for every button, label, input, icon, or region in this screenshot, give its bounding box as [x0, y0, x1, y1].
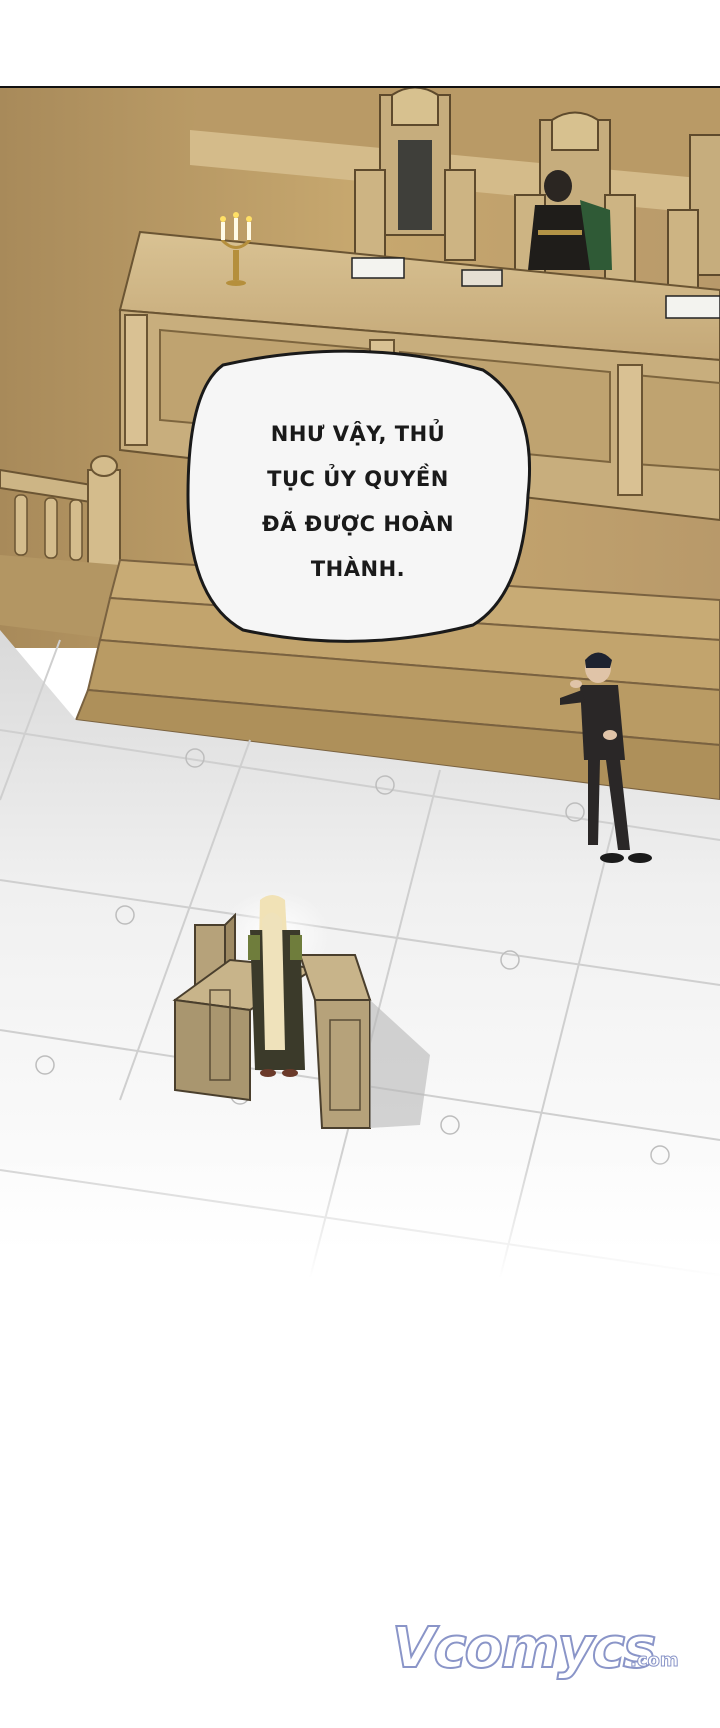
comic-panel — [0, 88, 720, 1278]
comic-page: NHƯ VẬY, THỦ TỤC ỦY QUYỀN ĐÃ ĐƯỢC HOÀN T… — [0, 0, 720, 1728]
courtroom-scene — [0, 88, 720, 1278]
watermark-brand: Vcomycs — [391, 1615, 657, 1682]
watermark-suffix: .com — [630, 1650, 680, 1672]
watermark-logo: Vcomycs .com — [391, 1598, 692, 1708]
speech-line: THÀNH. — [310, 557, 406, 581]
speech-line: NHƯ VẬY, THỦ — [270, 422, 446, 446]
speech-line: ĐÃ ĐƯỢC HOÀN — [261, 512, 455, 536]
speech-text: NHƯ VẬY, THỦ TỤC ỦY QUYỀN ĐÃ ĐƯỢC HOÀN T… — [183, 412, 533, 592]
speech-line: TỤC ỦY QUYỀN — [267, 467, 449, 491]
bottom-fade — [0, 1150, 720, 1278]
